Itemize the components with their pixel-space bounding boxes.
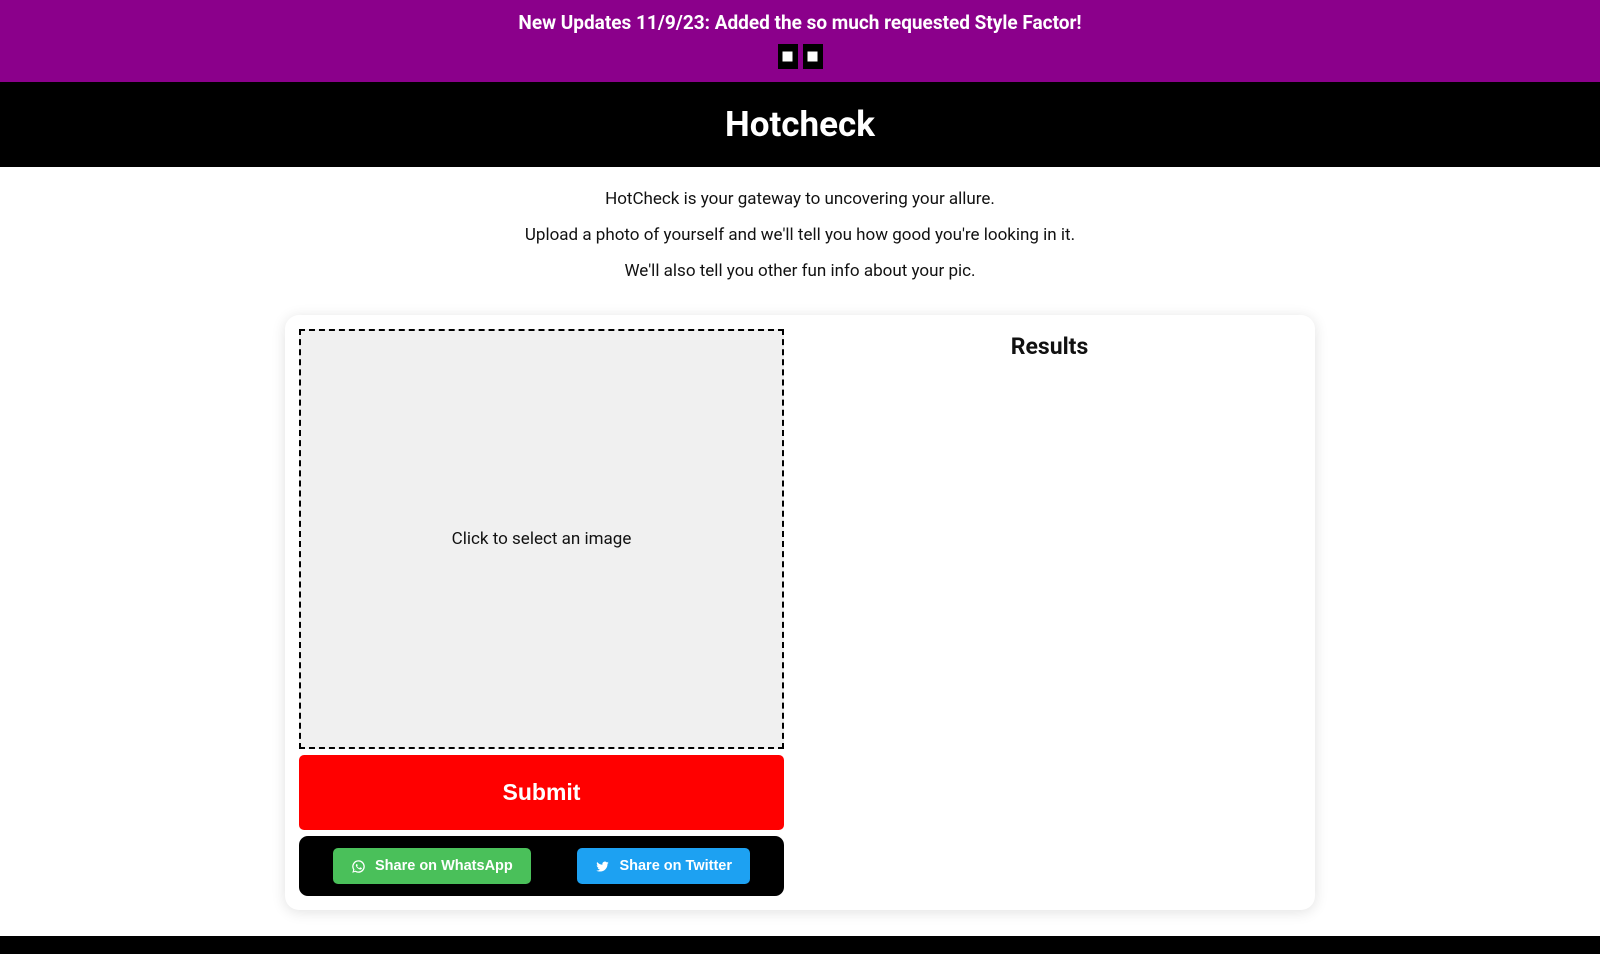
- intro-line-3: We'll also tell you other fun info about…: [20, 261, 1580, 281]
- share-whatsapp-button[interactable]: Share on WhatsApp: [333, 848, 531, 884]
- intro-line-1: HotCheck is your gateway to uncovering y…: [20, 189, 1580, 209]
- submit-button[interactable]: Submit: [299, 755, 784, 830]
- intro-section: HotCheck is your gateway to uncovering y…: [0, 167, 1600, 315]
- intro-line-2: Upload a photo of yourself and we'll tel…: [20, 225, 1580, 245]
- social-icon-1[interactable]: [778, 44, 798, 69]
- footer-bar: [0, 936, 1600, 954]
- share-whatsapp-label: Share on WhatsApp: [375, 858, 513, 874]
- whatsapp-icon: [351, 859, 366, 874]
- left-column: Click to select an image Submit Share on…: [299, 329, 784, 896]
- social-icons-row: [0, 44, 1600, 79]
- banner-text: New Updates 11/9/23: Added the so much r…: [0, 3, 1600, 44]
- share-twitter-button[interactable]: Share on Twitter: [577, 848, 750, 884]
- generic-social-icon: [780, 49, 795, 64]
- app-title: Hotcheck: [0, 104, 1600, 145]
- title-bar: Hotcheck: [0, 82, 1600, 167]
- twitter-icon: [595, 859, 610, 874]
- share-bar: Share on WhatsApp Share on Twitter: [299, 836, 784, 896]
- image-dropzone[interactable]: Click to select an image: [299, 329, 784, 749]
- generic-social-icon: [805, 49, 820, 64]
- top-banner: New Updates 11/9/23: Added the so much r…: [0, 0, 1600, 82]
- results-title: Results: [808, 333, 1291, 360]
- dropzone-label: Click to select an image: [452, 529, 632, 549]
- social-icon-2[interactable]: [803, 44, 823, 69]
- share-twitter-label: Share on Twitter: [619, 858, 732, 874]
- right-column: Results: [798, 329, 1301, 896]
- main-panel: Click to select an image Submit Share on…: [285, 315, 1315, 910]
